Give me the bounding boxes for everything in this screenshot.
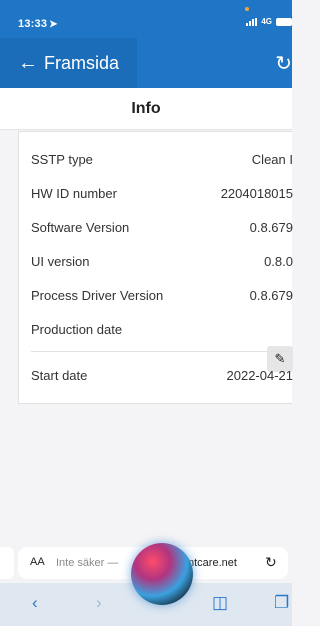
info-label: HW ID number (31, 186, 117, 201)
siri-orb[interactable] (131, 543, 193, 605)
page-title: Info (0, 88, 292, 130)
location-arrow-icon: ➤ (49, 19, 58, 30)
info-row-ui-version: UI version 0.8.0 (31, 254, 293, 284)
back-label: Framsida (44, 52, 120, 73)
info-value: 0.8.679 (249, 288, 293, 303)
network-label: 4G (261, 17, 272, 26)
app-header: ← Framsida ↻ (0, 38, 292, 88)
info-label: SSTP type (31, 152, 93, 167)
previous-tab-edge (0, 547, 14, 579)
privacy-indicator-dot (245, 7, 249, 11)
signal-icon (246, 17, 258, 26)
back-button[interactable]: ← Framsida (0, 38, 137, 88)
book-icon[interactable]: ◫ (212, 593, 228, 613)
info-row-software-version: Software Version 0.8.679 (31, 220, 293, 250)
info-value: 2022-04-21 (226, 368, 294, 383)
status-right: 4G (246, 17, 292, 26)
divider (31, 351, 293, 352)
status-bar: 13:33 ➤ 4G (0, 0, 292, 38)
refresh-icon[interactable]: ↻ (275, 51, 292, 76)
battery-icon (276, 17, 292, 26)
info-card: SSTP type Clean I HW ID number 220401801… (18, 131, 293, 404)
info-row-start-date: Start date 2022-04-21 (31, 368, 293, 398)
forward-nav-icon[interactable]: › (96, 593, 102, 613)
info-value: 0.8.0 (264, 254, 293, 269)
status-time: 13:33 ➤ (18, 18, 58, 30)
reader-settings-button[interactable]: AA (30, 556, 45, 568)
info-row-hw-id: HW ID number 2204018015 (31, 186, 293, 216)
info-value: 2204018015 (220, 186, 293, 201)
url-domain: ntcare.net (188, 557, 237, 569)
info-label: Start date (31, 368, 88, 383)
url-security-label: Inte säker — (56, 557, 119, 569)
info-label: UI version (31, 254, 90, 269)
info-label: Software Version (31, 220, 130, 235)
info-value: 0.8.679 (249, 220, 293, 235)
back-nav-icon[interactable]: ‹ (32, 593, 38, 613)
info-value: Clean I (251, 152, 293, 167)
info-label: Process Driver Version (31, 288, 164, 303)
info-label: Production date (31, 322, 123, 337)
info-row-sstp-type: SSTP type Clean I (31, 152, 293, 182)
info-row-process-driver-version: Process Driver Version 0.8.679 (31, 288, 293, 318)
arrow-left-icon: ← (18, 51, 38, 74)
pencil-icon: ✎ (274, 351, 286, 366)
tabs-icon[interactable]: ❐ (274, 593, 289, 613)
reload-icon[interactable]: ↻ (265, 554, 277, 571)
